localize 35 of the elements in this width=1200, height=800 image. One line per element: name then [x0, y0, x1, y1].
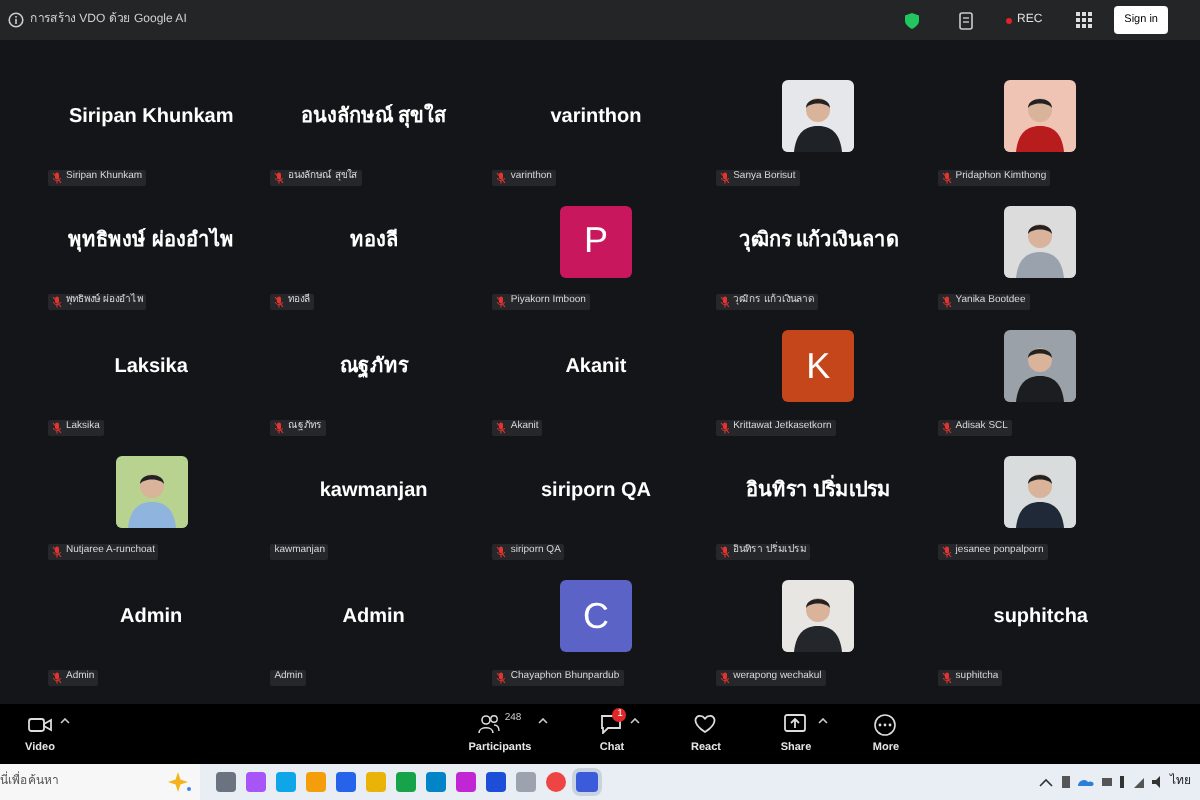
people-icon [478, 714, 501, 734]
avatar-initial: P [559, 205, 632, 278]
participant-name: พุทธิพงษ์ ผ่องอำไพ [68, 226, 234, 257]
participant-name: kawmanjan [319, 478, 428, 507]
taskbar-app-icon[interactable] [576, 772, 598, 792]
participant-name: suphitcha [993, 603, 1088, 632]
participant-name: Laksika [114, 353, 188, 382]
shield-icon [903, 11, 919, 29]
sparkle-icon [164, 772, 192, 792]
participant-name: varinthon [550, 103, 642, 132]
participant-name: Admin [342, 603, 405, 632]
participant-name: วุฒิกร แก้วเงินลาด [738, 226, 899, 257]
participant-name: ทองลี [349, 226, 398, 257]
participant-name: ณฐภัทร [339, 353, 408, 382]
participant-name: อินทิรา ปริ่มเปรม [745, 476, 892, 507]
participant-name: Siripan Khunkam [68, 103, 234, 132]
participant-name: siriporn QA [540, 478, 651, 507]
caret-icon[interactable] [817, 718, 828, 724]
notes-icon[interactable] [957, 11, 975, 29]
participant-name: Akanit [565, 353, 627, 382]
caret-icon[interactable] [537, 718, 548, 724]
participant-name: Admin [120, 603, 183, 632]
info-icon [8, 12, 24, 28]
caret-icon[interactable] [630, 718, 641, 724]
participant-name: อนงลักษณ์ สุขใส [300, 101, 447, 132]
caret-icon[interactable] [60, 718, 71, 724]
chat-bubble-icon [600, 714, 623, 734]
more-icon [874, 713, 897, 735]
apps-grid-icon[interactable] [1076, 12, 1093, 28]
camera-icon [27, 715, 52, 733]
avatar-initial: K [782, 330, 855, 403]
avatar-initial: C [559, 580, 632, 653]
share-screen-icon [784, 714, 807, 734]
tray-icons-drawing[interactable] [1038, 774, 1162, 790]
heart-icon [694, 714, 717, 734]
